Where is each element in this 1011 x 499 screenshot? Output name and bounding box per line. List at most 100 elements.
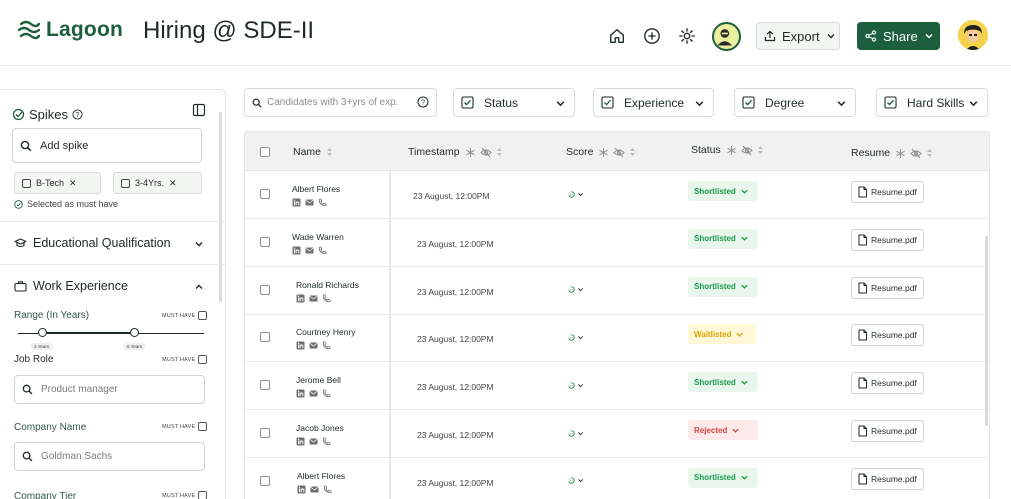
score-indicator[interactable]: 67: [568, 473, 584, 489]
range-max-handle[interactable]: [130, 328, 139, 337]
sort-icon[interactable]: [926, 148, 933, 158]
snowflake-icon[interactable]: [598, 147, 609, 158]
phone-icon[interactable]: [322, 294, 331, 303]
email-icon[interactable]: [309, 341, 318, 350]
add-circle-icon[interactable]: [642, 26, 662, 46]
candidate-search-input[interactable]: Candidates with 3+yrs of exp. ?: [244, 88, 437, 117]
phone-icon[interactable]: [318, 198, 327, 207]
company-name-input[interactable]: Goldman Sachs: [14, 442, 205, 471]
email-icon[interactable]: [305, 198, 314, 207]
row-checkbox[interactable]: [260, 332, 270, 343]
resume-button[interactable]: Resume.pdf: [851, 276, 924, 299]
email-icon[interactable]: [309, 389, 318, 398]
candidate-name[interactable]: Courtney Henry: [296, 327, 356, 337]
help-icon[interactable]: ?: [72, 109, 83, 120]
table-row[interactable]: Jacob Jones 23 August, 12:00PM 67 Rejected R…: [245, 410, 989, 458]
phone-icon[interactable]: [322, 437, 331, 446]
section-educational-qualification[interactable]: Educational Qualification: [14, 236, 171, 250]
filter-experience[interactable]: Experience: [593, 88, 714, 117]
eye-off-icon[interactable]: [741, 145, 753, 156]
filter-status[interactable]: Status: [453, 88, 575, 117]
home-icon[interactable]: [607, 26, 627, 46]
table-scrollbar[interactable]: [985, 236, 988, 426]
resume-button[interactable]: Resume.pdf: [851, 372, 924, 395]
candidate-name[interactable]: Ronald Richards: [296, 280, 359, 290]
candidate-name[interactable]: Wade Warren: [292, 232, 344, 242]
table-row[interactable]: Courtney Henry 23 August, 12:00PM 67 Waitli…: [245, 314, 989, 363]
job-role-input[interactable]: Product manager: [14, 375, 205, 404]
status-badge[interactable]: Shortlisted: [688, 228, 758, 249]
sort-icon[interactable]: [496, 147, 503, 157]
share-button[interactable]: Share: [857, 22, 940, 50]
status-badge[interactable]: Shortlisted: [688, 372, 758, 393]
row-checkbox[interactable]: [260, 428, 270, 438]
chevron-up-icon[interactable]: [194, 282, 204, 292]
linkedin-icon[interactable]: [296, 389, 305, 398]
candidate-name[interactable]: Jacob Jones: [296, 423, 344, 433]
eye-off-icon[interactable]: [479, 147, 492, 158]
gear-icon[interactable]: [677, 26, 697, 46]
spike-chip[interactable]: B-Tech ✕: [14, 172, 101, 194]
status-badge[interactable]: Rejected: [688, 420, 758, 440]
range-min-handle[interactable]: [38, 328, 47, 337]
phone-icon[interactable]: [322, 341, 331, 350]
status-badge[interactable]: Waitlisted: [688, 324, 756, 345]
remove-chip-icon[interactable]: ✕: [69, 178, 77, 189]
user-avatar[interactable]: [958, 20, 988, 50]
spike-chip[interactable]: 3-4Yrs. ✕: [113, 172, 202, 194]
status-badge[interactable]: Shortlisted: [688, 467, 758, 488]
snowflake-icon[interactable]: [726, 145, 737, 156]
table-row[interactable]: Albert Flores 23 August, 12:00PM 67 Shortli…: [245, 171, 989, 219]
chip-checkbox[interactable]: [22, 178, 31, 188]
email-icon[interactable]: [310, 485, 319, 494]
linkedin-icon[interactable]: [296, 294, 305, 303]
section-work-experience[interactable]: Work Experience: [14, 279, 128, 293]
collapse-sidebar-icon[interactable]: [192, 103, 206, 117]
linkedin-icon[interactable]: [292, 198, 301, 207]
score-indicator[interactable]: 67: [568, 329, 584, 345]
resume-button[interactable]: Resume.pdf: [851, 420, 924, 442]
candidate-name[interactable]: Jerome Bell: [296, 375, 341, 385]
score-indicator[interactable]: 67: [568, 425, 584, 441]
email-icon[interactable]: [309, 437, 318, 446]
row-checkbox[interactable]: [260, 380, 270, 391]
select-all-checkbox[interactable]: [260, 147, 270, 157]
filter-degree[interactable]: Degree: [734, 88, 856, 117]
chevron-down-icon[interactable]: [194, 239, 204, 249]
remove-chip-icon[interactable]: ✕: [169, 178, 177, 189]
sort-icon[interactable]: [326, 147, 333, 157]
column-header-name[interactable]: Name: [293, 146, 333, 158]
linkedin-icon[interactable]: [292, 246, 301, 255]
phone-icon[interactable]: [323, 485, 332, 494]
column-header-status[interactable]: Status: [691, 144, 764, 156]
sort-icon[interactable]: [629, 147, 636, 157]
must-have-checkbox[interactable]: [198, 355, 208, 364]
row-checkbox[interactable]: [260, 284, 270, 295]
score-indicator[interactable]: 67: [568, 186, 584, 202]
resume-button[interactable]: Resume.pdf: [851, 467, 924, 490]
eye-off-icon[interactable]: [910, 148, 922, 159]
help-icon[interactable]: ?: [417, 96, 429, 108]
table-row[interactable]: Ronald Richards 23 August, 12:00PM 67 Short…: [245, 267, 989, 315]
must-have-toggle[interactable]: MUST HAVE: [162, 422, 208, 431]
logo[interactable]: Lagoon: [18, 18, 123, 42]
resume-button[interactable]: Resume.pdf: [851, 324, 924, 347]
resume-button[interactable]: Resume.pdf: [851, 181, 924, 203]
sort-icon[interactable]: [757, 145, 764, 155]
snowflake-icon[interactable]: [465, 147, 476, 158]
eye-off-icon[interactable]: [613, 147, 626, 158]
chip-checkbox[interactable]: [121, 178, 130, 188]
row-checkbox[interactable]: [260, 189, 270, 199]
row-checkbox[interactable]: [260, 236, 270, 247]
status-badge[interactable]: Shortlisted: [688, 181, 758, 201]
column-header-score[interactable]: Score: [566, 146, 636, 158]
resume-button[interactable]: Resume.pdf: [851, 228, 924, 251]
linkedin-icon[interactable]: [296, 437, 305, 446]
export-button[interactable]: Export: [756, 22, 840, 50]
must-have-checkbox[interactable]: [198, 311, 208, 320]
row-checkbox[interactable]: [260, 475, 270, 486]
phone-icon[interactable]: [322, 389, 331, 398]
score-indicator[interactable]: 67: [568, 377, 584, 393]
must-have-checkbox[interactable]: [198, 491, 208, 499]
candidate-name[interactable]: Albert Flores: [292, 184, 340, 194]
